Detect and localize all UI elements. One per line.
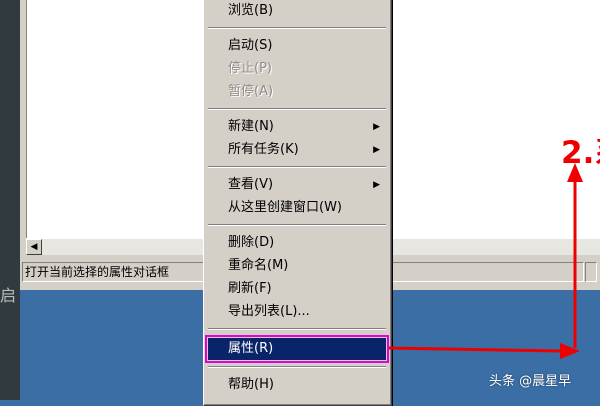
menu-item-rename[interactable]: 重命名(M) (208, 255, 386, 277)
menu-item-label: 属性(R) (228, 341, 274, 356)
menu-item-label: 查看(V) (228, 177, 274, 192)
menu-separator (208, 108, 386, 110)
context-menu: 浏览(B) 启动(S) 停止(P) 暂停(A) 新建(N) ▶ 所有任务(K) … (203, 0, 392, 406)
menu-item-view[interactable]: 查看(V) ▶ (208, 174, 386, 196)
annotation-arrowhead-icon (560, 343, 580, 359)
menu-item-label: 新建(N) (228, 119, 274, 134)
menu-item-help[interactable]: 帮助(H) (208, 374, 386, 396)
menu-item-label: 帮助(H) (228, 377, 274, 392)
menu-item-label: 所有任务(K) (228, 142, 299, 157)
menu-item-new[interactable]: 新建(N) ▶ (208, 116, 386, 138)
menu-item-label: 导出列表(L)... (228, 304, 310, 319)
menu-item-properties[interactable]: 属性(R) (205, 335, 389, 363)
menu-item-stop: 停止(P) (208, 58, 386, 80)
submenu-arrow-icon: ▶ (373, 180, 380, 190)
menu-separator (208, 224, 386, 226)
menu-item-new-window[interactable]: 从这里创建窗口(W) (208, 197, 386, 219)
menu-separator (208, 328, 386, 330)
menu-item-label: 重命名(M) (228, 258, 289, 273)
menu-item-start[interactable]: 启动(S) (208, 35, 386, 57)
watermark: 头条 @晨星早 (489, 374, 572, 389)
menu-item-refresh[interactable]: 刷新(F) (208, 278, 386, 300)
menu-item-browse[interactable]: 浏览(B) (208, 0, 386, 22)
submenu-arrow-icon: ▶ (373, 122, 380, 132)
background-window-text: 启 (0, 286, 17, 305)
menu-item-label: 启动(S) (228, 38, 273, 53)
menu-separator (208, 166, 386, 168)
status-pane-tertiary (585, 262, 597, 282)
menu-item-export-list[interactable]: 导出列表(L)... (208, 301, 386, 323)
menu-item-label: 删除(D) (228, 235, 275, 250)
annotation-step-label: 2.系 (561, 135, 600, 171)
scroll-left-arrow-icon[interactable]: ◀ (26, 239, 42, 255)
menu-item-label: 从这里创建窗口(W) (228, 200, 342, 215)
desktop-left-strip (0, 0, 20, 400)
submenu-arrow-icon: ▶ (373, 145, 380, 155)
menu-separator (208, 366, 386, 368)
menu-item-label: 刷新(F) (228, 281, 272, 296)
menu-item-label: 停止(P) (228, 61, 272, 76)
menu-separator (208, 27, 386, 29)
menu-item-delete[interactable]: 删除(D) (208, 232, 386, 254)
menu-item-all-tasks[interactable]: 所有任务(K) ▶ (208, 139, 386, 161)
menu-item-label: 浏览(B) (228, 3, 274, 18)
menu-item-label: 暂停(A) (228, 84, 274, 99)
annotation-arrow-line (388, 346, 563, 353)
menu-item-pause: 暂停(A) (208, 81, 386, 103)
status-pane-secondary (387, 262, 584, 282)
